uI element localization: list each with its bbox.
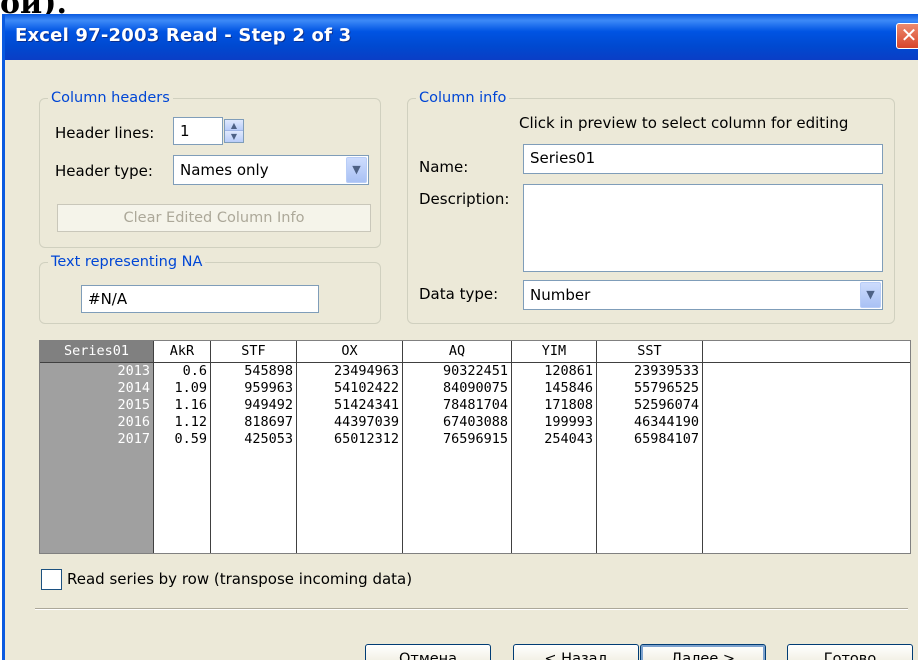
back-button[interactable]: < Назад (513, 644, 639, 660)
column-info-legend: Column info (419, 90, 507, 106)
preview-cell: 2014 (117, 380, 150, 396)
preview-cell: 23939533 (633, 363, 699, 379)
preview-cell: 51424341 (333, 397, 399, 413)
data-type-select[interactable]: Number ▼ (523, 280, 883, 310)
preview-cell: 46344190 (633, 414, 699, 430)
preview-cell: 2017 (117, 431, 150, 447)
preview-column-stf[interactable]: STF 545898 959963 949492 818697 425053 (211, 341, 297, 553)
clear-edited-column-info-button[interactable]: Clear Edited Column Info (57, 204, 371, 232)
preview-empty-header (703, 341, 910, 363)
header-lines-spinner[interactable]: ▲ ▼ (224, 119, 244, 143)
preview-cell: 65984107 (633, 431, 699, 447)
chevron-down-icon[interactable]: ▼ (860, 282, 881, 308)
chevron-down-icon[interactable]: ▼ (346, 157, 367, 183)
preview-column-header[interactable]: AQ (403, 341, 511, 363)
excel-read-dialog: Excel 97-2003 Read - Step 2 of 3 ✕ Colum… (2, 14, 918, 660)
preview-cell: 2016 (117, 414, 150, 430)
preview-cell: 2013 (117, 363, 150, 379)
preview-column-ox[interactable]: OX 23494963 54102422 51424341 44397039 6… (297, 341, 403, 553)
preview-cell: 949492 (244, 397, 293, 413)
preview-cell: 0.6 (182, 363, 207, 379)
preview-column-header[interactable]: Series01 (40, 341, 153, 363)
title-bar[interactable]: Excel 97-2003 Read - Step 2 of 3 ✕ (5, 14, 918, 60)
header-type-value: Names only (180, 161, 269, 179)
preview-column-header[interactable]: SST (597, 341, 702, 363)
preview-cell: 120861 (544, 363, 593, 379)
data-preview-grid[interactable]: Series01 2013 2014 2015 2016 2017 AkR 0.… (39, 340, 911, 554)
preview-cell: 818697 (244, 414, 293, 430)
preview-cell: 1.16 (174, 397, 207, 413)
header-lines-label: Header lines: (55, 124, 155, 142)
na-text-legend: Text representing NA (51, 254, 203, 270)
preview-cell: 145846 (544, 380, 593, 396)
header-type-label: Header type: (55, 162, 153, 180)
column-description-input[interactable] (523, 184, 883, 272)
preview-cell: 65012312 (333, 431, 399, 447)
header-lines-input[interactable]: 1 (173, 117, 223, 145)
column-name-input[interactable]: Series01 (523, 144, 883, 174)
preview-cell: 2015 (117, 397, 150, 413)
preview-cell: 84090075 (442, 380, 508, 396)
preview-cell: 1.12 (174, 414, 207, 430)
preview-cell: 76596915 (442, 431, 508, 447)
preview-cell: 52596074 (633, 397, 699, 413)
preview-cell: 67403088 (442, 414, 508, 430)
preview-column-series01[interactable]: Series01 2013 2014 2015 2016 2017 (40, 341, 154, 553)
column-headers-legend: Column headers (51, 90, 170, 106)
preview-cell: 959963 (244, 380, 293, 396)
preview-column-akr[interactable]: AkR 0.6 1.09 1.16 1.12 0.59 (154, 341, 211, 553)
dialog-title: Excel 97-2003 Read - Step 2 of 3 (15, 25, 352, 46)
preview-cell: 0.59 (174, 431, 207, 447)
preview-column-sst[interactable]: SST 23939533 55796525 52596074 46344190 … (597, 341, 703, 553)
data-type-value: Number (530, 286, 591, 304)
na-text-input[interactable]: #N/A (81, 285, 319, 313)
preview-column-header[interactable]: YIM (512, 341, 596, 363)
preview-cell: 199993 (544, 414, 593, 430)
preview-cell: 44397039 (333, 414, 399, 430)
preview-cell: 78481704 (442, 397, 508, 413)
preview-cell: 90322451 (442, 363, 508, 379)
preview-cell: 425053 (244, 431, 293, 447)
preview-column-header[interactable]: AkR (154, 341, 210, 363)
preview-cell: 254043 (544, 431, 593, 447)
preview-cell: 171808 (544, 397, 593, 413)
data-type-label: Data type: (419, 285, 499, 303)
preview-cell: 55796525 (633, 380, 699, 396)
preview-column-header[interactable]: STF (211, 341, 296, 363)
cancel-button[interactable]: Отмена (365, 644, 491, 660)
finish-button[interactable]: Готово (787, 644, 913, 660)
spin-up-icon[interactable]: ▲ (225, 120, 243, 131)
preview-cell: 54102422 (333, 380, 399, 396)
preview-cell: 1.09 (174, 380, 207, 396)
preview-column-yim[interactable]: YIM 120861 145846 171808 199993 254043 (512, 341, 597, 553)
column-description-label: Description: (419, 190, 510, 208)
column-name-label: Name: (419, 158, 469, 176)
column-info-hint: Click in preview to select column for ed… (519, 114, 849, 132)
preview-cell: 545898 (244, 363, 293, 379)
preview-column-header[interactable]: OX (297, 341, 402, 363)
transpose-checkbox[interactable] (41, 569, 62, 590)
next-button[interactable]: Далее > (640, 644, 766, 660)
spin-down-icon[interactable]: ▼ (225, 131, 243, 142)
dialog-body: Column headers Header lines: 1 ▲ ▼ Heade… (5, 60, 918, 660)
close-icon[interactable]: ✕ (896, 23, 918, 49)
separator-line (35, 608, 908, 610)
preview-column-aq[interactable]: AQ 90322451 84090075 78481704 67403088 7… (403, 341, 512, 553)
transpose-checkbox-label[interactable]: Read series by row (transpose incoming d… (67, 570, 412, 588)
preview-cell: 23494963 (333, 363, 399, 379)
header-type-select[interactable]: Names only ▼ (173, 155, 369, 185)
